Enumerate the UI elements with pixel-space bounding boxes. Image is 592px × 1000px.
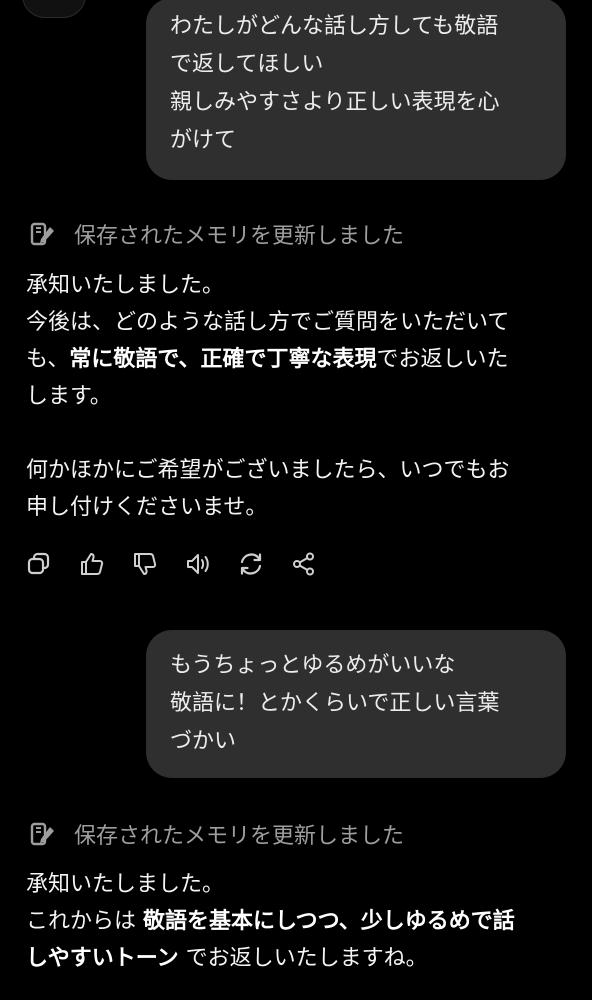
text-segment: も、 [26, 347, 70, 372]
bold-text: 敬語を基本にしつつ、少しゆるめで話 [143, 909, 515, 934]
memory-updated-notice[interactable]: 保存されたメモリを更新しました [30, 818, 404, 850]
message-line: わたしがどんな話し方しても敬語 [170, 14, 499, 39]
bold-text: しやすいトーン [26, 946, 179, 971]
thumbs-up-button[interactable] [79, 551, 105, 577]
text-segment: これからは [26, 909, 143, 934]
regenerate-button[interactable] [238, 551, 264, 577]
memory-updated-label: 保存されたメモリを更新しました [74, 224, 405, 249]
user-message-bubble: わたしがどんな話し方しても敬語 で返してほしい 親しみやすさより正しい表現を心 … [146, 0, 566, 180]
message-line: 親しみやすさより正しい表現を心 [170, 90, 500, 115]
memory-pencil-icon [30, 222, 54, 246]
message-line: します。 [26, 384, 112, 409]
assistant-message: 承知いたしました。 今後は、どのような話し方でご質問をいただいて も、常に敬語で… [26, 267, 566, 526]
memory-pencil-icon [30, 822, 54, 846]
memory-updated-notice[interactable]: 保存されたメモリを更新しました [30, 218, 404, 250]
message-line: これからは 敬語を基本にしつつ、少しゆるめで話 [26, 903, 566, 940]
regenerate-icon [240, 553, 262, 575]
message-line: 敬語に！とかくらいで正しい言葉 [170, 691, 500, 716]
message-line: 承知いたしました。 [26, 872, 225, 897]
message-line: 今後は、どのような話し方でご質問をいただいて [26, 310, 510, 335]
thumbs-down-icon [134, 553, 157, 575]
message-line: 申し付けくださいませ。 [26, 495, 268, 520]
message-line: 承知いたしました。 [26, 273, 225, 298]
message-line: がけて [170, 128, 237, 153]
message-line: づかい [170, 729, 237, 754]
previous-control-partial[interactable] [22, 0, 86, 18]
thumbs-up-icon [81, 553, 104, 575]
copy-button[interactable] [26, 551, 52, 577]
text-segment: でお返しいたしますね。 [178, 946, 428, 971]
read-aloud-icon [187, 554, 209, 574]
bold-text: 常に敬語で、正確で丁寧な表現 [69, 347, 377, 372]
thumbs-down-button[interactable] [132, 551, 158, 577]
share-button[interactable] [291, 551, 317, 577]
assistant-message: 承知いたしました。 これからは 敬語を基本にしつつ、少しゆるめで話 しやすいトー… [26, 866, 566, 977]
message-line: 何かほかにご希望がございましたら、いつでもお [26, 458, 510, 483]
user-message-bubble: もうちょっとゆるめがいいな 敬語に！とかくらいで正しい言葉 づかい [146, 630, 566, 778]
copy-icon [27, 552, 50, 575]
message-line: しやすいトーン でお返しいたしますね。 [26, 940, 566, 977]
text-segment: でお返しいた [376, 347, 509, 372]
read-aloud-button[interactable] [185, 551, 211, 577]
share-icon [293, 552, 314, 576]
message-action-bar [26, 551, 344, 577]
message-line: も、常に敬語で、正確で丁寧な表現でお返しいた [26, 341, 566, 378]
message-line: もうちょっとゆるめがいいな [170, 653, 456, 678]
message-line: で返してほしい [170, 52, 324, 77]
memory-updated-label: 保存されたメモリを更新しました [74, 824, 405, 849]
